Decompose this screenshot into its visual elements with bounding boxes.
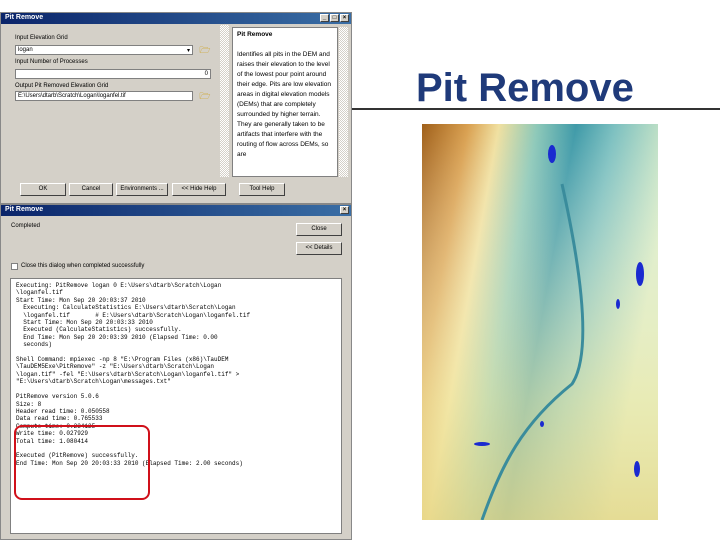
checkbox-label: Close this dialog when completed success… [21, 263, 145, 269]
log-line: \loganfel.tif [16, 289, 63, 297]
slide-title: Pit Remove [416, 66, 634, 110]
log-line: Size: 8 [16, 400, 42, 408]
minimize-button[interactable]: _ [320, 14, 329, 22]
log-line: End Time: Mon Sep 20 20:03:39 2010 (Elap… [16, 333, 218, 341]
log-line: Executing: CalculateStatistics E:\Users\… [16, 304, 236, 312]
ok-button[interactable]: OK [20, 183, 66, 196]
log-line: Data read time: 0.765533 [16, 415, 103, 423]
progress-dialog: Pit Remove × Completed Close << Details … [0, 204, 352, 540]
cancel-button[interactable]: Cancel [69, 183, 113, 196]
title-divider [352, 108, 720, 110]
processes-input[interactable]: 0 [15, 69, 211, 79]
folder-open-icon[interactable]: 🗁 [199, 91, 211, 102]
help-panel: Pit Remove Identifies all pits in the DE… [232, 27, 338, 177]
environments-button[interactable]: Environments ... [116, 183, 168, 196]
close-dialog-button[interactable]: Close [296, 223, 342, 236]
folder-open-icon[interactable]: 🗁 [199, 45, 211, 56]
help-text: Identifies all pits in the DEM and raise… [237, 51, 331, 158]
log-line: Start Time: Mon Sep 20 20:03:33 2010 [16, 319, 153, 327]
close-when-done-checkbox[interactable] [11, 263, 18, 270]
chevron-down-icon: ▾ [186, 48, 190, 54]
input-grid-select[interactable]: logan ▾ [15, 45, 193, 55]
log-line: \logan.tif" -fel "E:\Users\dtarb\Scratch… [16, 370, 240, 378]
log-line: \loganfel.tif # E:\Users\dtarb\Scratch\L… [16, 311, 251, 319]
log-line: Executing: PitRemove logan 0 E:\Users\dt… [16, 282, 222, 289]
log-line: Executed (CalculateStatistics) successfu… [16, 326, 182, 334]
log-line: Shell Command: mpiexec -np 8 "E:\Program… [16, 356, 229, 364]
maximize-button[interactable]: □ [330, 14, 339, 22]
progress-titlebar: Pit Remove × [1, 205, 351, 216]
close-button[interactable]: × [340, 14, 349, 22]
output-input[interactable]: E:\Users\dtarb\Scratch\Logan\loganfel.ti… [15, 91, 193, 101]
details-button[interactable]: << Details [296, 242, 342, 255]
log-line: \TauDEM5Exe\PitRemove" -z "E:\Users\dtar… [16, 363, 215, 371]
pit-removed-dem-map [422, 124, 658, 520]
tool-dialog-titlebar: Pit Remove _ □ × [1, 13, 351, 24]
highlight-box [14, 425, 150, 500]
log-line: PitRemove version 5.0.6 [16, 393, 99, 401]
processes-label: Input Number of Processes [15, 59, 88, 65]
close-button[interactable]: × [340, 206, 349, 214]
input-grid-label: Input Elevation Grid [15, 35, 68, 41]
help-scrollbar[interactable] [339, 27, 348, 177]
tool-dialog: Pit Remove _ □ × Input Elevation Grid lo… [0, 12, 352, 204]
form-scrollbar[interactable] [220, 25, 229, 177]
log-line: Header read time: 0.050558 [16, 407, 110, 415]
log-line: Start Time: Mon Sep 20 20:03:37 2010 [16, 296, 146, 304]
log-line: "E:\Users\dtarb\Scratch\Logan\messages.t… [16, 378, 171, 386]
hide-help-button[interactable]: << Hide Help [172, 183, 226, 196]
log-line: seconds) [16, 341, 53, 349]
tool-help-button[interactable]: Tool Help [239, 183, 285, 196]
status-text: Completed [11, 223, 41, 229]
output-label: Output Pit Removed Elevation Grid [15, 83, 109, 89]
